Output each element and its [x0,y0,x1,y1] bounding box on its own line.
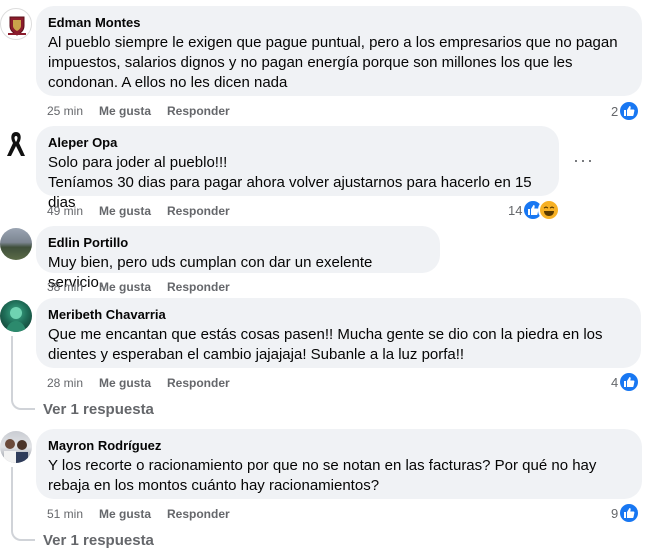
reply-button[interactable]: Responder [167,376,230,390]
reaction-summary[interactable]: 2 [611,100,641,122]
comment-actions: 51 min Me gusta Responder [47,507,230,521]
reaction-summary[interactable]: 14 [508,199,561,221]
like-reaction-icon [618,502,641,524]
comment-bubble: Edman Montes Al pueblo siempre le exigen… [36,6,642,96]
like-button[interactable]: Me gusta [99,280,167,294]
reaction-count: 4 [611,374,619,390]
like-button[interactable]: Me gusta [99,204,167,218]
like-button[interactable]: Me gusta [99,376,167,390]
comment-time[interactable]: 51 min [47,507,99,521]
avatar[interactable] [0,431,32,463]
thread-connector [11,394,35,410]
thread-line [11,336,13,396]
more-options-button[interactable]: ··· [573,150,594,171]
reply-button[interactable]: Responder [167,507,230,521]
comment-actions: 25 min Me gusta Responder [47,104,230,118]
haha-reaction-icon [538,199,561,221]
comment-author[interactable]: Mayron Rodríguez [48,437,630,454]
like-reaction-icon [618,371,641,393]
comment-author[interactable]: Edman Montes [48,14,630,31]
like-button[interactable]: Me gusta [99,104,167,118]
view-replies-link[interactable]: Ver 1 respuesta [43,532,154,549]
avatar[interactable] [0,228,32,260]
comment-author[interactable]: Aleper Opa [48,134,547,151]
like-button[interactable]: Me gusta [99,507,167,521]
avatar[interactable] [0,300,32,332]
comment-text: Que me encantan que estás cosas pasen!! … [48,326,603,363]
avatar[interactable] [0,8,32,40]
reply-button[interactable]: Responder [167,104,230,118]
comment-text: Y los recorte o racionamiento por que no… [48,457,597,494]
reaction-count: 9 [611,505,619,521]
reply-button[interactable]: Responder [167,280,230,294]
view-replies-link[interactable]: Ver 1 respuesta [43,401,154,418]
mourning-ribbon-icon [7,132,25,156]
comment-bubble: Edlin Portillo Muy bien, pero uds cumpla… [36,226,440,291]
comment-actions: 49 min Me gusta Responder [47,204,230,218]
crest-icon [8,16,26,36]
comment-bubble: Aleper Opa Solo para joder al pueblo!!! … [36,126,559,211]
avatar[interactable] [0,128,32,160]
like-reaction-icon [618,100,641,122]
comment-text: Al pueblo siempre le exigen que pague pu… [48,34,618,91]
comment-author[interactable]: Meribeth Chavarria [48,306,629,323]
comment-time[interactable]: 49 min [47,204,99,218]
comment-time[interactable]: 25 min [47,104,99,118]
comment-time[interactable]: 38 min [47,280,99,294]
comment-time[interactable]: 28 min [47,376,99,390]
reaction-summary[interactable]: 4 [611,371,641,393]
reaction-summary[interactable]: 9 [611,502,641,524]
comment-bubble: Mayron Rodríguez Y los recorte o raciona… [36,429,642,499]
thread-line [11,467,13,527]
reaction-count: 2 [611,103,619,119]
comment-actions: 38 min Me gusta Responder [47,280,230,294]
comment-author[interactable]: Edlin Portillo [48,234,428,251]
reaction-count: 14 [508,202,523,218]
thread-connector [11,525,35,541]
comment-actions: 28 min Me gusta Responder [47,376,230,390]
reply-button[interactable]: Responder [167,204,230,218]
comment-bubble: Meribeth Chavarria Que me encantan que e… [36,298,641,368]
